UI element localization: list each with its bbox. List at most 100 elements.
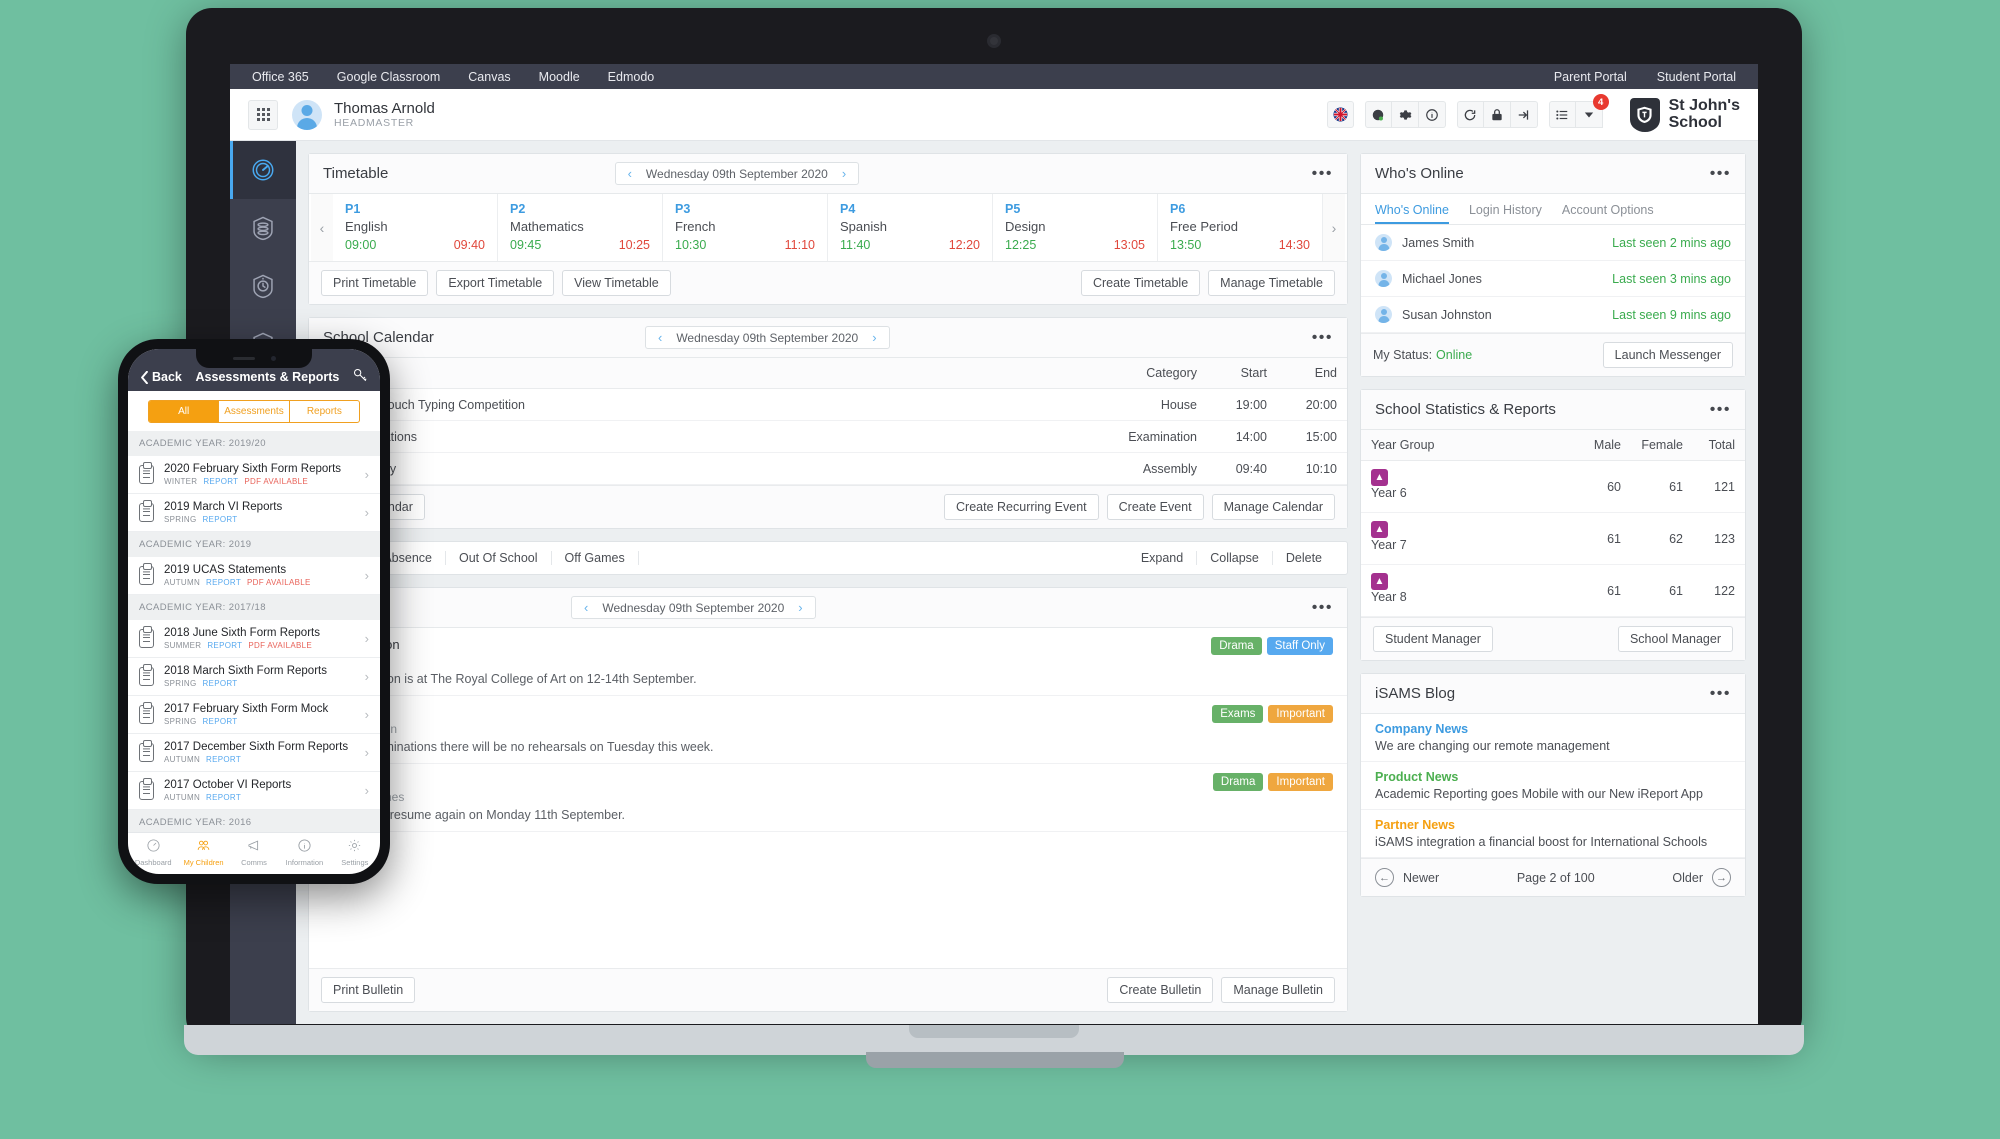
create-event-button[interactable]: Create Event [1106, 494, 1204, 520]
older-arrow-icon[interactable]: → [1712, 868, 1731, 887]
newer-label[interactable]: Newer [1403, 871, 1439, 885]
list-item[interactable]: 2017 October VI Reports AUTUMN REPORT › [128, 772, 380, 810]
timetable-period[interactable]: P5 Design 12:25 13:05 [993, 194, 1158, 261]
school-manager-button[interactable]: School Manager [1617, 626, 1733, 652]
nav-settings[interactable]: Settings [330, 838, 380, 867]
prev-date-icon[interactable]: ‹ [658, 330, 662, 345]
segment-assessments[interactable]: Assessments [219, 401, 290, 422]
list-item[interactable]: 2018 March Sixth Form Reports SPRING REPO… [128, 658, 380, 696]
export-timetable-button[interactable]: Export Timetable [436, 270, 555, 296]
expand-link[interactable]: Expand [1128, 551, 1198, 565]
create-bulletin-button[interactable]: Create Bulletin [1107, 977, 1214, 1003]
list-item[interactable]: Rehearsals by Mr. McInnes Rehearsals res… [309, 764, 1347, 832]
timetable-period[interactable]: P4 Spanish 11:40 12:20 [828, 194, 993, 261]
timetable-period[interactable]: P1 English 09:00 09:40 [333, 194, 498, 261]
male-count: 61 [1569, 564, 1631, 617]
list-item[interactable]: 2017 February Sixth Form Mock SPRING REPO… [128, 696, 380, 734]
logout-icon[interactable] [1510, 101, 1538, 128]
list-item[interactable]: 2017 December Sixth Form Reports AUTUMN R… [128, 734, 380, 772]
nav-my-children[interactable]: My Children [178, 838, 228, 867]
view-timetable-button[interactable]: View Timetable [562, 270, 671, 296]
list-item[interactable]: 2019 UCAS Statements AUTUMN REPORT PDF AVA… [128, 557, 380, 595]
list-item[interactable]: Art Exhibition by Mr. Smith The exhibiti… [309, 628, 1347, 696]
prev-date-icon[interactable]: ‹ [584, 600, 588, 615]
link-office365[interactable]: Office 365 [252, 70, 309, 84]
sidebar-item-dashboard[interactable] [230, 141, 296, 199]
segment-reports[interactable]: Reports [290, 401, 359, 422]
link-edmodo[interactable]: Edmodo [608, 70, 655, 84]
list-item[interactable]: Product News Academic Reporting goes Mob… [1361, 762, 1745, 810]
link-moodle[interactable]: Moodle [539, 70, 580, 84]
print-timetable-button[interactable]: Print Timetable [321, 270, 429, 296]
list-item[interactable]: 2020 February Sixth Form Reports WINTER R… [128, 456, 380, 494]
newer-arrow-icon[interactable]: ← [1375, 868, 1394, 887]
next-date-icon[interactable]: › [842, 166, 846, 181]
list-item[interactable]: Michael Jones Last seen 3 mins ago [1361, 261, 1745, 297]
collapse-link[interactable]: Collapse [1197, 551, 1273, 565]
manage-bulletin-button[interactable]: Manage Bulletin [1221, 977, 1335, 1003]
timetable-period[interactable]: P2 Mathematics 09:45 10:25 [498, 194, 663, 261]
nav-dashboard[interactable]: Dashboard [128, 838, 178, 867]
timetable-prev-icon[interactable]: ‹ [311, 194, 333, 261]
link-student-portal[interactable]: Student Portal [1657, 70, 1736, 84]
timetable-date-picker[interactable]: ‹ Wednesday 09th September 2020 › [614, 162, 860, 185]
table-row[interactable]: Examinations Examination 14:00 15:00 [309, 420, 1347, 453]
lock-icon[interactable] [1483, 101, 1511, 128]
create-recurring-event-button[interactable]: Create Recurring Event [944, 494, 1099, 520]
period-end: 14:30 [1278, 238, 1310, 252]
nav-comms[interactable]: Comms [229, 838, 279, 867]
uk-flag-icon[interactable] [1326, 101, 1354, 128]
refresh-icon[interactable] [1456, 101, 1484, 128]
list-item[interactable]: 2018 June Sixth Form Reports SUMMER REPOR… [128, 620, 380, 658]
tab-whos-online[interactable]: Who's Online [1375, 194, 1449, 224]
info-icon[interactable] [1418, 101, 1446, 128]
nav-information[interactable]: Information [279, 838, 329, 867]
print-bulletin-button[interactable]: Print Bulletin [321, 977, 416, 1003]
create-timetable-button[interactable]: Create Timetable [1080, 270, 1201, 296]
gear-icon[interactable] [1391, 101, 1419, 128]
list-item[interactable]: Susan Johnston Last seen 9 mins ago [1361, 297, 1745, 333]
tab-account-options[interactable]: Account Options [1562, 194, 1654, 224]
avatar[interactable] [292, 99, 322, 130]
off-games-link[interactable]: Off Games [552, 551, 639, 565]
sidebar-item-stopwatch[interactable] [230, 257, 296, 315]
table-row[interactable]: ▲ Year 7 61 62 123 [1361, 512, 1745, 565]
manage-calendar-button[interactable]: Manage Calendar [1211, 494, 1335, 520]
tab-login-history[interactable]: Login History [1469, 194, 1542, 224]
list-icon[interactable] [1548, 101, 1576, 128]
manage-timetable-button[interactable]: Manage Timetable [1208, 270, 1335, 296]
key-search-icon[interactable] [353, 368, 368, 386]
back-button[interactable]: Back [140, 370, 182, 384]
launch-messenger-button[interactable]: Launch Messenger [1602, 342, 1733, 368]
next-date-icon[interactable]: › [872, 330, 876, 345]
link-google-classroom[interactable]: Google Classroom [337, 70, 441, 84]
reports-list[interactable]: ACADEMIC YEAR: 2019/20 2020 February Six… [128, 431, 380, 832]
delete-link[interactable]: Delete [1273, 551, 1335, 565]
out-of-school-link[interactable]: Out Of School [446, 551, 552, 565]
next-date-icon[interactable]: › [798, 600, 802, 615]
list-item[interactable]: 2019 March VI Reports SPRING REPORT › [128, 494, 380, 532]
bulletin-date-picker[interactable]: ‹ Wednesday 09th September 2020 › [571, 596, 816, 619]
table-row[interactable]: House Touch Typing Competition House 19:… [309, 388, 1347, 421]
table-row[interactable]: ▲ Year 8 61 61 122 [1361, 564, 1745, 617]
prev-date-icon[interactable]: ‹ [628, 166, 632, 181]
table-row[interactable]: ▲ Year 6 60 61 121 [1361, 460, 1745, 513]
segment-all[interactable]: All [149, 401, 220, 422]
list-item[interactable]: Partner News iSAMS integration a financi… [1361, 810, 1745, 858]
sidebar-item-database[interactable] [230, 199, 296, 257]
timetable-next-icon[interactable]: › [1323, 194, 1345, 261]
list-item[interactable]: James Smith Last seen 2 mins ago [1361, 225, 1745, 261]
older-label[interactable]: Older [1672, 871, 1703, 885]
calendar-date-picker[interactable]: ‹ Wednesday 09th September 2020 › [644, 326, 890, 349]
table-row[interactable]: Assembly Assembly 09:40 10:10 [309, 452, 1347, 485]
list-item[interactable]: 'Hood' Cast by Mrs. Ronin Due to examina… [309, 696, 1347, 764]
support-icon[interactable] [1364, 101, 1392, 128]
list-item[interactable]: Company News We are changing our remote … [1361, 714, 1745, 762]
link-parent-portal[interactable]: Parent Portal [1554, 70, 1627, 84]
apps-grid-icon[interactable] [248, 99, 278, 130]
timetable-period[interactable]: P6 Free Period 13:50 14:30 [1158, 194, 1323, 261]
link-canvas[interactable]: Canvas [468, 70, 510, 84]
timetable-period[interactable]: P3 French 10:30 11:10 [663, 194, 828, 261]
col-female: Female [1631, 430, 1693, 461]
student-manager-button[interactable]: Student Manager [1373, 626, 1493, 652]
